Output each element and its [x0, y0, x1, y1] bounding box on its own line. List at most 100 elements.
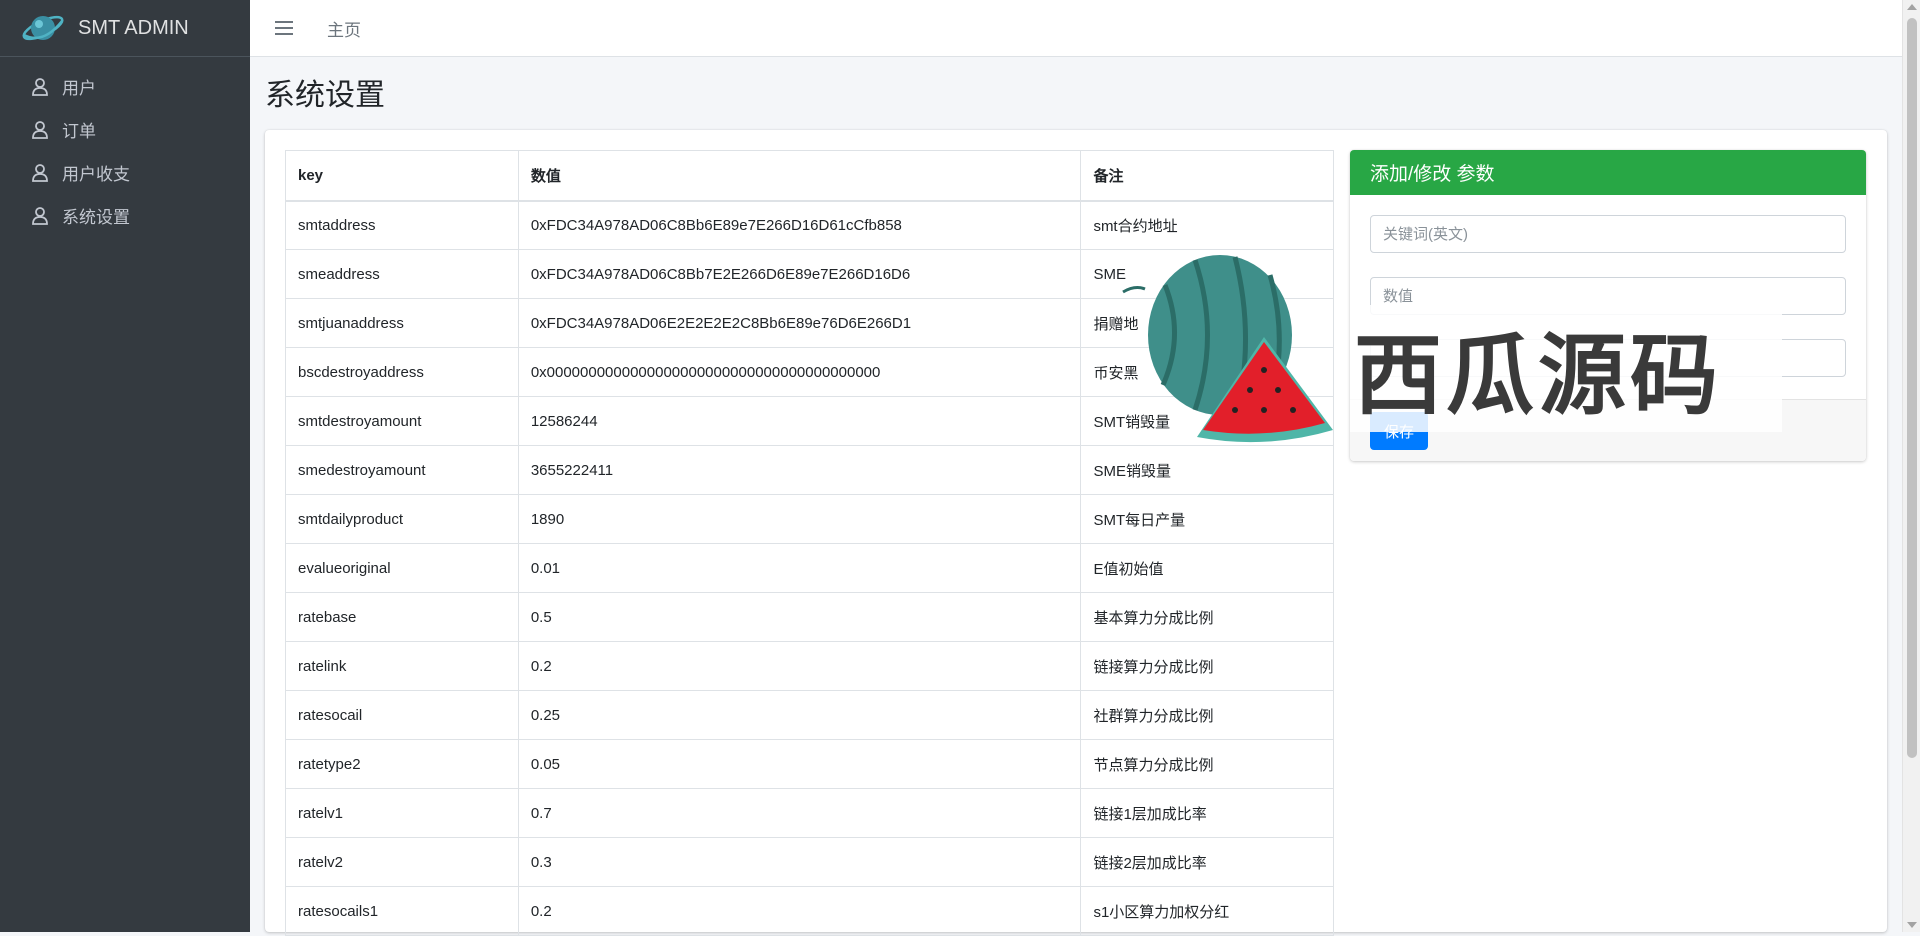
note-input[interactable]	[1370, 339, 1846, 377]
table-header-row: key 数值 备注	[285, 150, 1334, 202]
cell-key: smtdailyproduct	[285, 494, 519, 544]
cell-key: ratesocail	[285, 690, 519, 740]
column-header-value: 数值	[517, 150, 1082, 202]
table-body: smtaddress 0xFDC34A978AD06C8Bb6E89e7E266D…	[285, 200, 1334, 936]
table-row[interactable]: ratelv2 0.3 链接2层加成比率	[285, 837, 1334, 887]
user-icon	[30, 120, 50, 140]
cell-key: smedestroyamount	[285, 445, 519, 495]
cell-key: smtaddress	[285, 200, 519, 250]
column-header-note: 备注	[1080, 150, 1334, 202]
table-row[interactable]: ratelink 0.2 链接算力分成比例	[285, 641, 1334, 691]
cell-note: 节点算力分成比例	[1080, 739, 1334, 789]
cell-value: 0.01	[517, 543, 1082, 593]
user-icon	[30, 163, 50, 183]
cell-value: 0xFDC34A978AD06C8Bb6E89e7E266D16D61cCfb8…	[517, 200, 1082, 250]
cell-note: SMT销毁量	[1080, 396, 1334, 446]
home-link[interactable]: 主页	[327, 16, 361, 41]
sidebar-item-user-finance[interactable]: 用户收支	[8, 151, 242, 194]
cell-note: 链接2层加成比率	[1080, 837, 1334, 887]
sidebar-item-label: 用户	[62, 79, 96, 98]
cell-value: 1890	[517, 494, 1082, 544]
sidebar-item-label: 系统设置	[62, 208, 130, 227]
table-row[interactable]: smtdailyproduct 1890 SMT每日产量	[285, 494, 1334, 544]
brand[interactable]: SMT ADMIN	[0, 0, 250, 57]
value-input[interactable]	[1370, 277, 1846, 315]
cell-key: ratesocails1	[285, 886, 519, 936]
save-button[interactable]: 保存	[1370, 412, 1428, 450]
table-row[interactable]: smeaddress 0xFDC34A978AD06C8Bb7E2E266D6E8…	[285, 249, 1334, 299]
form-title: 添加/修改 参数	[1350, 150, 1866, 195]
column-header-key: key	[285, 150, 519, 202]
cell-key: ratebase	[285, 592, 519, 642]
cell-value: 0xFDC34A978AD06E2E2E2E2C8Bb6E89e76D6E266…	[517, 298, 1082, 348]
cell-value: 0.25	[517, 690, 1082, 740]
brand-name: SMT ADMIN	[78, 16, 189, 39]
sidebar-item-system-settings[interactable]: 系统设置	[8, 194, 242, 237]
top-navbar: 主页	[250, 0, 1902, 57]
cell-note: 币安黑	[1080, 347, 1334, 397]
table-row[interactable]: ratesocail 0.25 社群算力分成比例	[285, 690, 1334, 740]
table-row[interactable]: smtdestroyamount 12586244 SMT销毁量	[285, 396, 1334, 446]
cell-value: 0.2	[517, 641, 1082, 691]
cell-note: 基本算力分成比例	[1080, 592, 1334, 642]
table-row[interactable]: smtaddress 0xFDC34A978AD06C8Bb6E89e7E266D…	[285, 200, 1334, 250]
hamburger-icon[interactable]	[275, 21, 293, 35]
form-body	[1350, 195, 1866, 377]
cell-note: 链接1层加成比率	[1080, 788, 1334, 838]
cell-note: SMT每日产量	[1080, 494, 1334, 544]
cell-note: 社群算力分成比例	[1080, 690, 1334, 740]
sidebar-item-label: 用户收支	[62, 165, 130, 184]
cell-key: ratetype2	[285, 739, 519, 789]
scroll-thumb[interactable]	[1907, 18, 1917, 758]
cell-note: E值初始值	[1080, 543, 1334, 593]
scroll-down-icon[interactable]	[1907, 922, 1917, 928]
table-row[interactable]: ratetype2 0.05 节点算力分成比例	[285, 739, 1334, 789]
table-row[interactable]: ratelv1 0.7 链接1层加成比率	[285, 788, 1334, 838]
cell-key: smtdestroyamount	[285, 396, 519, 446]
cell-note: 链接算力分成比例	[1080, 641, 1334, 691]
cell-value: 0xFDC34A978AD06C8Bb7E2E266D6E89e7E266D16…	[517, 249, 1082, 299]
form-footer: 保存	[1350, 399, 1866, 461]
cell-value: 0.2	[517, 886, 1082, 936]
cell-key: ratelink	[285, 641, 519, 691]
cell-value: 0.05	[517, 739, 1082, 789]
table-row[interactable]: ratebase 0.5 基本算力分成比例	[285, 592, 1334, 642]
scroll-up-icon[interactable]	[1907, 4, 1917, 10]
cell-key: evalueoriginal	[285, 543, 519, 593]
sidebar: SMT ADMIN 用户 订单 用户收支 系统设置	[0, 0, 250, 932]
sidebar-item-users[interactable]: 用户	[8, 65, 242, 108]
sidebar-nav: 用户 订单 用户收支 系统设置	[0, 57, 250, 237]
page-title: 系统设置	[265, 79, 385, 112]
cell-value: 0x00000000000000000000000000000000000000…	[517, 347, 1082, 397]
cell-value: 12586244	[517, 396, 1082, 446]
table-row[interactable]: evalueoriginal 0.01 E值初始值	[285, 543, 1334, 593]
page-scrollbar[interactable]	[1902, 0, 1920, 932]
key-input[interactable]	[1370, 215, 1846, 253]
planet-logo-icon	[20, 9, 66, 47]
settings-table: key 数值 备注 smtaddress 0xFDC34A978AD06C8Bb6…	[285, 150, 1334, 936]
user-icon	[30, 77, 50, 97]
sidebar-item-label: 订单	[62, 122, 96, 141]
cell-key: smtjuanaddress	[285, 298, 519, 348]
cell-key: ratelv2	[285, 837, 519, 887]
table-row[interactable]: ratesocails1 0.2 s1小区算力加权分红	[285, 886, 1334, 936]
cell-value: 3655222411	[517, 445, 1082, 495]
cell-value: 0.3	[517, 837, 1082, 887]
user-icon	[30, 206, 50, 226]
param-form-card: 添加/修改 参数 保存	[1350, 150, 1866, 461]
sidebar-item-orders[interactable]: 订单	[8, 108, 242, 151]
cell-note: s1小区算力加权分红	[1080, 886, 1334, 936]
cell-key: bscdestroyaddress	[285, 347, 519, 397]
cell-note: 捐赠地	[1080, 298, 1334, 348]
settings-card: key 数值 备注 smtaddress 0xFDC34A978AD06C8Bb6…	[265, 130, 1887, 936]
cell-note: SME	[1080, 249, 1334, 299]
table-row[interactable]: smtjuanaddress 0xFDC34A978AD06E2E2E2E2C8B…	[285, 298, 1334, 348]
cell-note: smt合约地址	[1080, 200, 1334, 250]
cell-value: 0.5	[517, 592, 1082, 642]
cell-value: 0.7	[517, 788, 1082, 838]
table-row[interactable]: smedestroyamount 3655222411 SME销毁量	[285, 445, 1334, 495]
table-row[interactable]: bscdestroyaddress 0x000000000000000000000…	[285, 347, 1334, 397]
cell-key: smeaddress	[285, 249, 519, 299]
cell-key: ratelv1	[285, 788, 519, 838]
cell-note: SME销毁量	[1080, 445, 1334, 495]
